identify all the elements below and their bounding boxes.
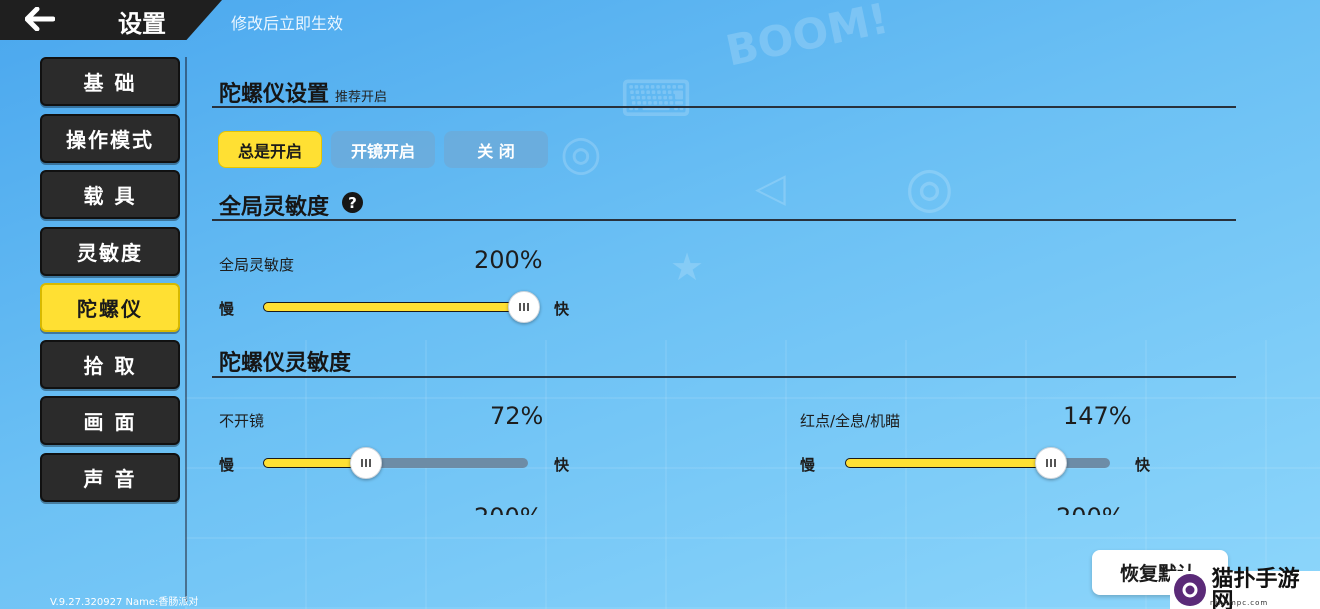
slider-fill [845, 458, 1042, 468]
red-dot-value: 147% [1063, 402, 1132, 430]
slider-thumb[interactable] [508, 291, 540, 323]
back-button[interactable] [18, 4, 62, 34]
gyro-settings-subtitle: 推荐开启 [335, 90, 388, 105]
version-label: V.9.27.320927 Name:香肠派对 [50, 597, 199, 608]
sidebar-item-pickup[interactable]: 拾 取 [40, 339, 180, 389]
sidebar-item-vehicle[interactable]: 载 具 [40, 170, 180, 219]
option-always-on-button[interactable]: 总是开启 [218, 131, 322, 168]
sidebar-item-graphics[interactable]: 画 面 [40, 396, 180, 445]
gyro-settings-title: 陀螺仪设置 [219, 82, 330, 107]
section-divider [212, 106, 1236, 108]
slow-label: 慢 [800, 456, 816, 474]
fast-label: 快 [554, 300, 570, 318]
help-icon[interactable]: ? [342, 192, 363, 213]
slow-label: 慢 [219, 456, 235, 474]
slow-label: 慢 [219, 300, 235, 318]
triangle-doodle: ◁ [755, 165, 786, 211]
global-sensitivity-heading: 全局灵敏度 [219, 195, 330, 220]
watermark: 猫扑手游网 njxhmpc.com [1170, 568, 1320, 609]
global-sensitivity-label: 全局灵敏度 [219, 256, 295, 274]
slider-thumb[interactable] [1035, 447, 1068, 479]
fast-label: 快 [1135, 456, 1151, 474]
no-scope-label: 不开镜 [219, 412, 265, 430]
section-divider [212, 376, 1236, 378]
watermark-url: njxhmpc.com [1210, 599, 1269, 607]
section-divider [212, 219, 1236, 221]
partial-value-left: 200% [474, 503, 544, 515]
no-scope-slider[interactable] [263, 447, 528, 479]
slider-thumb[interactable] [349, 447, 382, 479]
boom-doodle: BOOM! [721, 0, 893, 76]
watermark-logo-icon [1174, 574, 1206, 606]
red-dot-slider[interactable] [845, 447, 1110, 479]
gyro-settings-heading: 陀螺仪设置 推荐开启 [219, 76, 387, 108]
option-scope-on-button[interactable]: 开镜开启 [331, 131, 435, 168]
global-sensitivity-slider[interactable] [263, 291, 540, 323]
circle-doodle: ◎ [560, 125, 602, 181]
sidebar: 基 础 操作模式 载 具 灵敏度 陀螺仪 拾 取 画 面 声 音 [40, 57, 180, 509]
gyro-sensitivity-heading: 陀螺仪灵敏度 [219, 351, 352, 376]
sidebar-divider [185, 57, 187, 602]
partial-value-right: 200% [1056, 503, 1126, 515]
sidebar-item-gyroscope[interactable]: 陀螺仪 [40, 283, 180, 332]
back-arrow-icon [25, 7, 55, 31]
slider-fill [263, 302, 528, 312]
star-doodle: ★ [670, 245, 705, 289]
sidebar-item-sensitivity[interactable]: 灵敏度 [40, 226, 180, 276]
sidebar-item-control-mode[interactable]: 操作模式 [40, 113, 180, 163]
slider-fill [263, 458, 356, 468]
option-off-button[interactable]: 关 闭 [444, 131, 548, 168]
sidebar-item-sound[interactable]: 声 音 [40, 452, 180, 502]
global-sensitivity-value: 200% [474, 246, 543, 274]
page-title: 设置 [118, 10, 166, 38]
settings-hint: 修改后立即生效 [231, 14, 344, 33]
gamepad-doodle: ⌨ [620, 70, 693, 128]
fast-label: 快 [554, 456, 570, 474]
no-scope-value: 72% [490, 402, 544, 430]
red-dot-label: 红点/全息/机瞄 [800, 412, 901, 430]
sidebar-item-basic[interactable]: 基 础 [40, 57, 180, 106]
ring-doodle: ◎ [905, 155, 954, 220]
